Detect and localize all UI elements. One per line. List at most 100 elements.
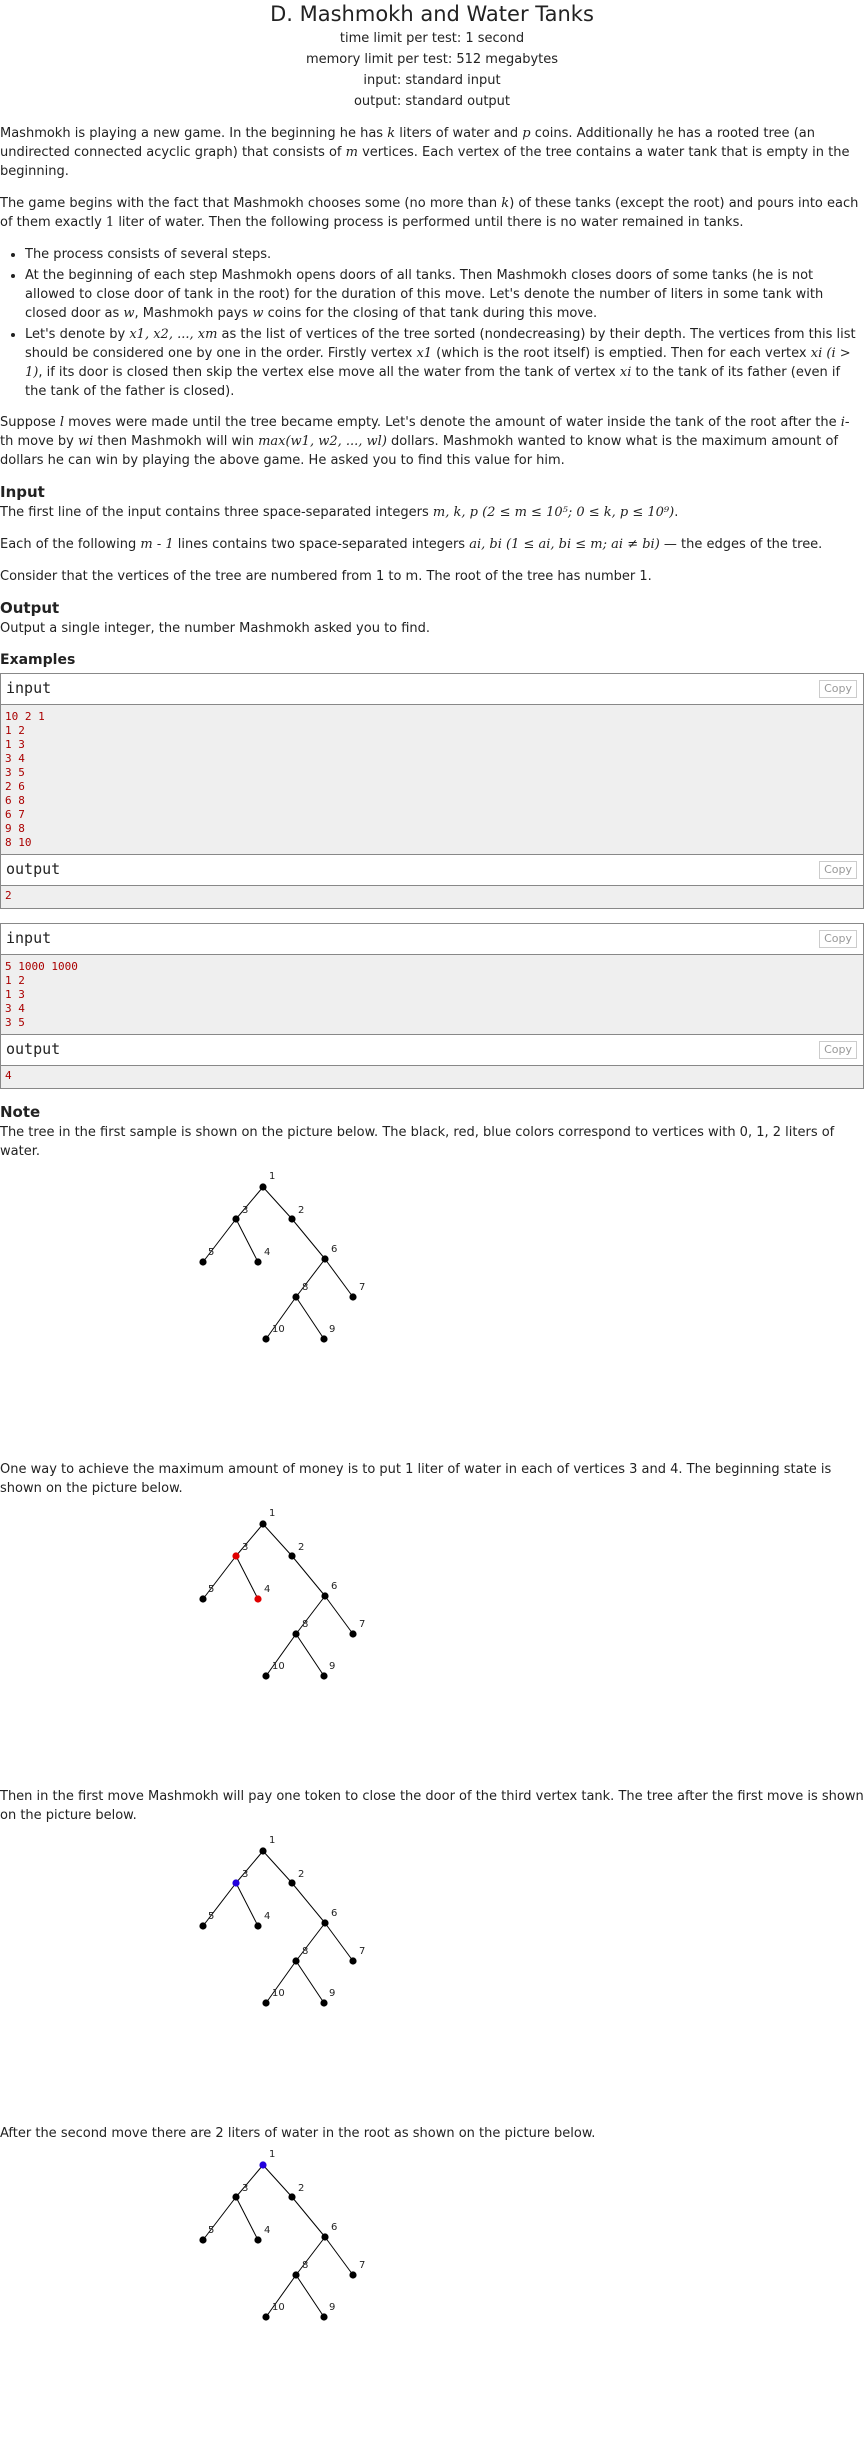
tree-vertex-label-7: 7 [359, 2260, 365, 2271]
tree-edge-8-9 [295, 2274, 325, 2318]
sample-input-line: 1 2 [5, 974, 25, 987]
text: , if its door is closed then skip the ve… [38, 365, 620, 380]
process-step-3: Let's denote by x1, x2, ..., xm as the l… [25, 325, 862, 401]
copy-output-button[interactable]: Copy [819, 1041, 857, 1059]
process-step-1: The process consists of several steps. [25, 245, 862, 264]
problem-statement: Mashmokh is playing a new game. In the b… [0, 124, 864, 470]
output-section-title: Output [0, 599, 60, 617]
tree-vertex-label-8: 8 [302, 1946, 308, 1957]
input-header: input Copy [1, 924, 863, 955]
text: Consider that the vertices of the tree a… [0, 569, 652, 584]
tree-figure-1: 1 2 3 4 5 6 7 8 9 10 [0, 1167, 864, 1463]
sample-input-text: 5 1000 1000 1 21 33 43 5 [1, 955, 863, 1034]
tree-vertex-label-2: 2 [298, 1869, 304, 1880]
text: Suppose [0, 415, 60, 430]
sample-input-line: 8 10 [5, 836, 32, 849]
tree-vertex-2 [288, 1552, 296, 1560]
tree-edge-1-3 [235, 1850, 264, 1884]
tree-vertex-label-6: 6 [331, 2222, 337, 2233]
output-specification: Output Output a single integer, the numb… [0, 599, 864, 638]
tree-vertex-3 [232, 1552, 240, 1560]
sample-input-text: 10 2 11 21 33 43 52 66 86 79 88 10 [1, 705, 863, 854]
copy-input-button[interactable]: Copy [819, 680, 857, 698]
math-m-minus-1: m - 1 [140, 537, 174, 552]
tree-vertex-label-2: 2 [298, 1542, 304, 1553]
math-ab: ai, bi [469, 537, 502, 552]
text: Output a single integer, the number Mash… [0, 621, 431, 636]
note-title: Note [0, 1103, 41, 1121]
math-one: 1 [105, 215, 115, 230]
tree-vertex-label-7: 7 [359, 1946, 365, 1957]
math-w: w [252, 306, 264, 321]
tree-edge-8-9 [295, 1296, 325, 1340]
tree-edge-3-4 [235, 2196, 259, 2241]
input-label: input [6, 929, 52, 947]
math-k: k [387, 126, 396, 141]
text: — the edges of the tree. [659, 537, 823, 552]
tree-vertex-3 [232, 1215, 240, 1223]
input-header: input Copy [1, 674, 863, 705]
tree-figure-3: 1 2 3 4 5 6 7 8 9 10 [0, 1831, 864, 2124]
tree-edge-1-3 [235, 1523, 264, 1557]
tree-vertex-9 [320, 2313, 328, 2321]
sample-input-line: 1 2 [5, 724, 25, 737]
tree-vertex-label-1: 1 [269, 1508, 275, 1519]
tree-edge-1-2 [262, 1186, 293, 1220]
tree-vertex-label-5: 5 [208, 1584, 214, 1595]
examples-section: Examples input Copy 10 2 11 21 33 43 52 66… [0, 651, 864, 1089]
note-paragraph-1: The tree in the first sample is shown on… [0, 1125, 835, 1159]
input-paragraph-2: Each of the following m - 1 lines contai… [0, 535, 864, 554]
tree-vertex-label-4: 4 [264, 1911, 270, 1922]
copy-input-button[interactable]: Copy [819, 930, 857, 948]
tree-vertex-8 [292, 1957, 300, 1965]
input-file: input: standard input [363, 73, 501, 88]
math-vertex-list: x1, x2, ..., xm [129, 327, 218, 342]
sample-output-line: 4 [5, 1069, 12, 1082]
tree-vertex-label-9: 9 [329, 1661, 335, 1672]
tree-vertex-6 [321, 2233, 329, 2241]
tree-vertex-label-4: 4 [264, 2225, 270, 2236]
math-constraints: (2 ≤ m ≤ 10⁵; 0 ≤ k, p ≤ 10⁹) [482, 505, 675, 520]
tree-edge-6-7 [324, 1922, 354, 1962]
sample-input-line: 3 5 [5, 1016, 25, 1029]
tree-vertex-10 [262, 2313, 270, 2321]
tree-vertex-1 [259, 1183, 267, 1191]
input-section-title: Input [0, 483, 45, 501]
tree-edge-2-6 [291, 1882, 326, 1924]
text: Each of the following [0, 537, 141, 552]
tree-vertex-label-9: 9 [329, 1324, 335, 1335]
tree-vertex-label-7: 7 [359, 1282, 365, 1293]
text: The process consists of several steps. [25, 247, 272, 262]
tree-vertex-2 [288, 1879, 296, 1887]
tree-vertex-label-6: 6 [331, 1244, 337, 1255]
tree-edge-3-4 [235, 1555, 259, 1600]
copy-output-button[interactable]: Copy [819, 861, 857, 879]
tree-vertex-label-6: 6 [331, 1908, 337, 1919]
tree-vertex-label-8: 8 [302, 2260, 308, 2271]
tree-vertex-label-5: 5 [208, 1247, 214, 1258]
tree-vertex-3 [232, 2193, 240, 2201]
tree-edge-6-8 [295, 1922, 326, 1962]
tree-vertex-6 [321, 1255, 329, 1263]
tree-vertex-1 [259, 1847, 267, 1855]
time-limit: time limit per test: 1 second [339, 31, 525, 46]
sample-input-line: 1 3 [5, 738, 25, 751]
tree-diagram-after-first-move: 1 2 3 4 5 6 7 8 9 10 [199, 1835, 365, 2007]
tree-vertex-label-3: 3 [242, 1869, 248, 1880]
output-file: output: standard output [353, 94, 511, 109]
tree-edge-3-4 [235, 1882, 259, 1927]
tree-vertex-4 [254, 1595, 262, 1603]
tree-vertex-9 [320, 1335, 328, 1343]
statement-paragraph-3: Suppose l moves were made until the tree… [0, 413, 862, 470]
sample-input-line: 3 5 [5, 766, 25, 779]
tree-vertex-8 [292, 1630, 300, 1638]
tree-vertex-2 [288, 2193, 296, 2201]
math-wi: wi [78, 434, 94, 449]
tree-vertex-3 [232, 1879, 240, 1887]
tree-vertex-label-3: 3 [242, 2183, 248, 2194]
tree-vertex-7 [349, 1293, 357, 1301]
problem-header: D. Mashmokh and Water Tanks time limit p… [0, 0, 864, 112]
math-vars: m, k, p [432, 505, 478, 520]
output-label: output [6, 1040, 61, 1058]
tree-vertex-label-2: 2 [298, 1205, 304, 1216]
